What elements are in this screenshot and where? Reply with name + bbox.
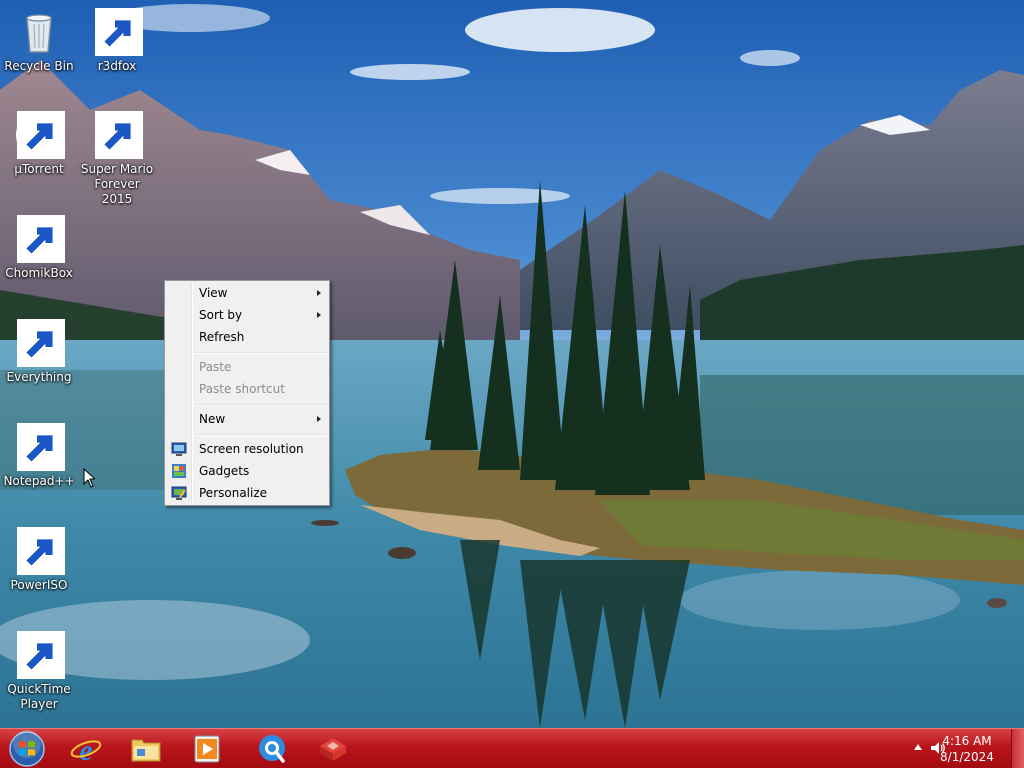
chomikbox-icon: Box <box>15 215 65 263</box>
screen-resolution-icon <box>171 442 187 456</box>
desktop-icon-quicktime[interactable]: QuickTime Player <box>0 631 78 712</box>
file-explorer-icon <box>131 739 161 762</box>
notepadpp-icon <box>15 423 65 471</box>
desktop[interactable]: Recycle Bin r3dfox µTorrent Super Mario … <box>0 0 1024 728</box>
taskbar: e 4:16 AM 8/1/2024 <box>0 728 1024 768</box>
shortcut-arrow-icon <box>17 631 65 679</box>
taskbar-r3dfox[interactable] <box>307 731 359 767</box>
menu-item-label: View <box>199 286 228 300</box>
menu-separator <box>195 352 327 354</box>
menu-item-label: Personalize <box>199 486 268 500</box>
media-player-icon <box>194 735 220 763</box>
menu-item-label: Refresh <box>199 330 245 344</box>
menu-item-label: Paste shortcut <box>199 382 285 396</box>
system-tray: 4:16 AM 8/1/2024 <box>884 729 1024 768</box>
wallpaper <box>0 0 1024 728</box>
quicktime-taskbar-icon <box>259 735 285 763</box>
desktop-icon-label: PowerISO <box>10 578 68 592</box>
shortcut-arrow-icon <box>95 8 143 56</box>
menu-item-personalize[interactable]: Personalize <box>167 482 327 504</box>
shortcut-arrow-icon <box>17 319 65 367</box>
desktop-icon-label: Notepad++ <box>3 474 75 488</box>
recycle-bin-icon <box>15 8 63 56</box>
mario-icon <box>93 111 143 159</box>
poweriso-icon <box>15 527 65 575</box>
r3dfox-taskbar-icon <box>320 738 346 761</box>
everything-icon <box>15 319 65 367</box>
menu-item-view[interactable]: View <box>167 282 327 304</box>
menu-item-sort-by[interactable]: Sort by <box>167 304 327 326</box>
menu-item-paste-shortcut[interactable]: Paste shortcut <box>167 378 327 400</box>
menu-separator <box>195 404 327 406</box>
menu-item-label: Screen resolution <box>199 442 304 456</box>
internet-explorer-icon: e <box>70 734 102 764</box>
taskbar-quicktime[interactable] <box>246 731 298 767</box>
show-hidden-icons-arrow-icon[interactable] <box>914 744 922 750</box>
submenu-arrow-icon <box>317 416 321 422</box>
menu-item-label: New <box>199 412 226 426</box>
desktop-icon-super-mario[interactable]: Super Mario Forever 2015 <box>78 111 156 207</box>
utorrent-icon <box>15 111 65 159</box>
menu-separator <box>195 434 327 436</box>
desktop-icon-label: Everything <box>6 370 72 384</box>
desktop-icon-everything[interactable]: Everything <box>0 319 78 385</box>
menu-item-gadgets[interactable]: Gadgets <box>167 460 327 482</box>
shortcut-arrow-icon <box>17 215 65 263</box>
personalize-icon <box>171 486 187 500</box>
taskbar-internet-explorer[interactable]: e <box>60 731 112 767</box>
desktop-icon-chomikbox[interactable]: Box ChomikBox <box>0 215 78 281</box>
quicktime-icon <box>15 631 65 679</box>
start-button[interactable] <box>4 730 50 768</box>
shortcut-arrow-icon <box>17 423 65 471</box>
shortcut-arrow-icon <box>17 527 65 575</box>
clock-date: 8/1/2024 <box>940 750 994 764</box>
submenu-arrow-icon <box>317 312 321 318</box>
menu-item-label: Gadgets <box>199 464 250 478</box>
shortcut-arrow-icon <box>95 111 143 159</box>
shortcut-arrow-icon <box>17 111 65 159</box>
desktop-icon-label: Recycle Bin <box>4 59 74 73</box>
menu-item-label: Sort by <box>199 308 243 322</box>
desktop-context-menu: View Sort by Refresh Paste Paste shortcu… <box>164 280 330 506</box>
gadgets-icon <box>172 464 186 478</box>
desktop-icon-label: QuickTime Player <box>7 682 71 711</box>
clock-time: 4:16 AM <box>942 734 992 748</box>
windows-orb-icon <box>9 730 45 767</box>
menu-item-screen-resolution[interactable]: Screen resolution <box>167 438 327 460</box>
desktop-icon-notepadpp[interactable]: Notepad++ <box>0 423 78 489</box>
menu-item-refresh[interactable]: Refresh <box>167 326 327 348</box>
mouse-cursor-icon <box>83 468 95 488</box>
desktop-icon-utorrent[interactable]: µTorrent <box>0 111 78 177</box>
menu-item-paste[interactable]: Paste <box>167 356 327 378</box>
desktop-icon-label: µTorrent <box>14 162 64 176</box>
desktop-icon-label: Super Mario Forever 2015 <box>80 162 154 206</box>
desktop-icon-label: r3dfox <box>97 59 137 73</box>
taskbar-file-explorer[interactable] <box>120 731 172 767</box>
desktop-icon-label: ChomikBox <box>5 266 73 280</box>
desktop-icon-r3dfox[interactable]: r3dfox <box>78 8 156 74</box>
desktop-icon-recycle-bin[interactable]: Recycle Bin <box>0 8 78 74</box>
show-desktop-button[interactable] <box>1011 729 1024 768</box>
submenu-arrow-icon <box>317 290 321 296</box>
desktop-icon-poweriso[interactable]: PowerISO <box>0 527 78 593</box>
menu-item-new[interactable]: New <box>167 408 327 430</box>
menu-item-label: Paste <box>199 360 232 374</box>
clock[interactable]: 4:16 AM 8/1/2024 <box>932 733 1002 765</box>
taskbar-media-player[interactable] <box>181 731 233 767</box>
svg-text:e: e <box>79 734 92 764</box>
r3dfox-icon <box>93 8 143 56</box>
